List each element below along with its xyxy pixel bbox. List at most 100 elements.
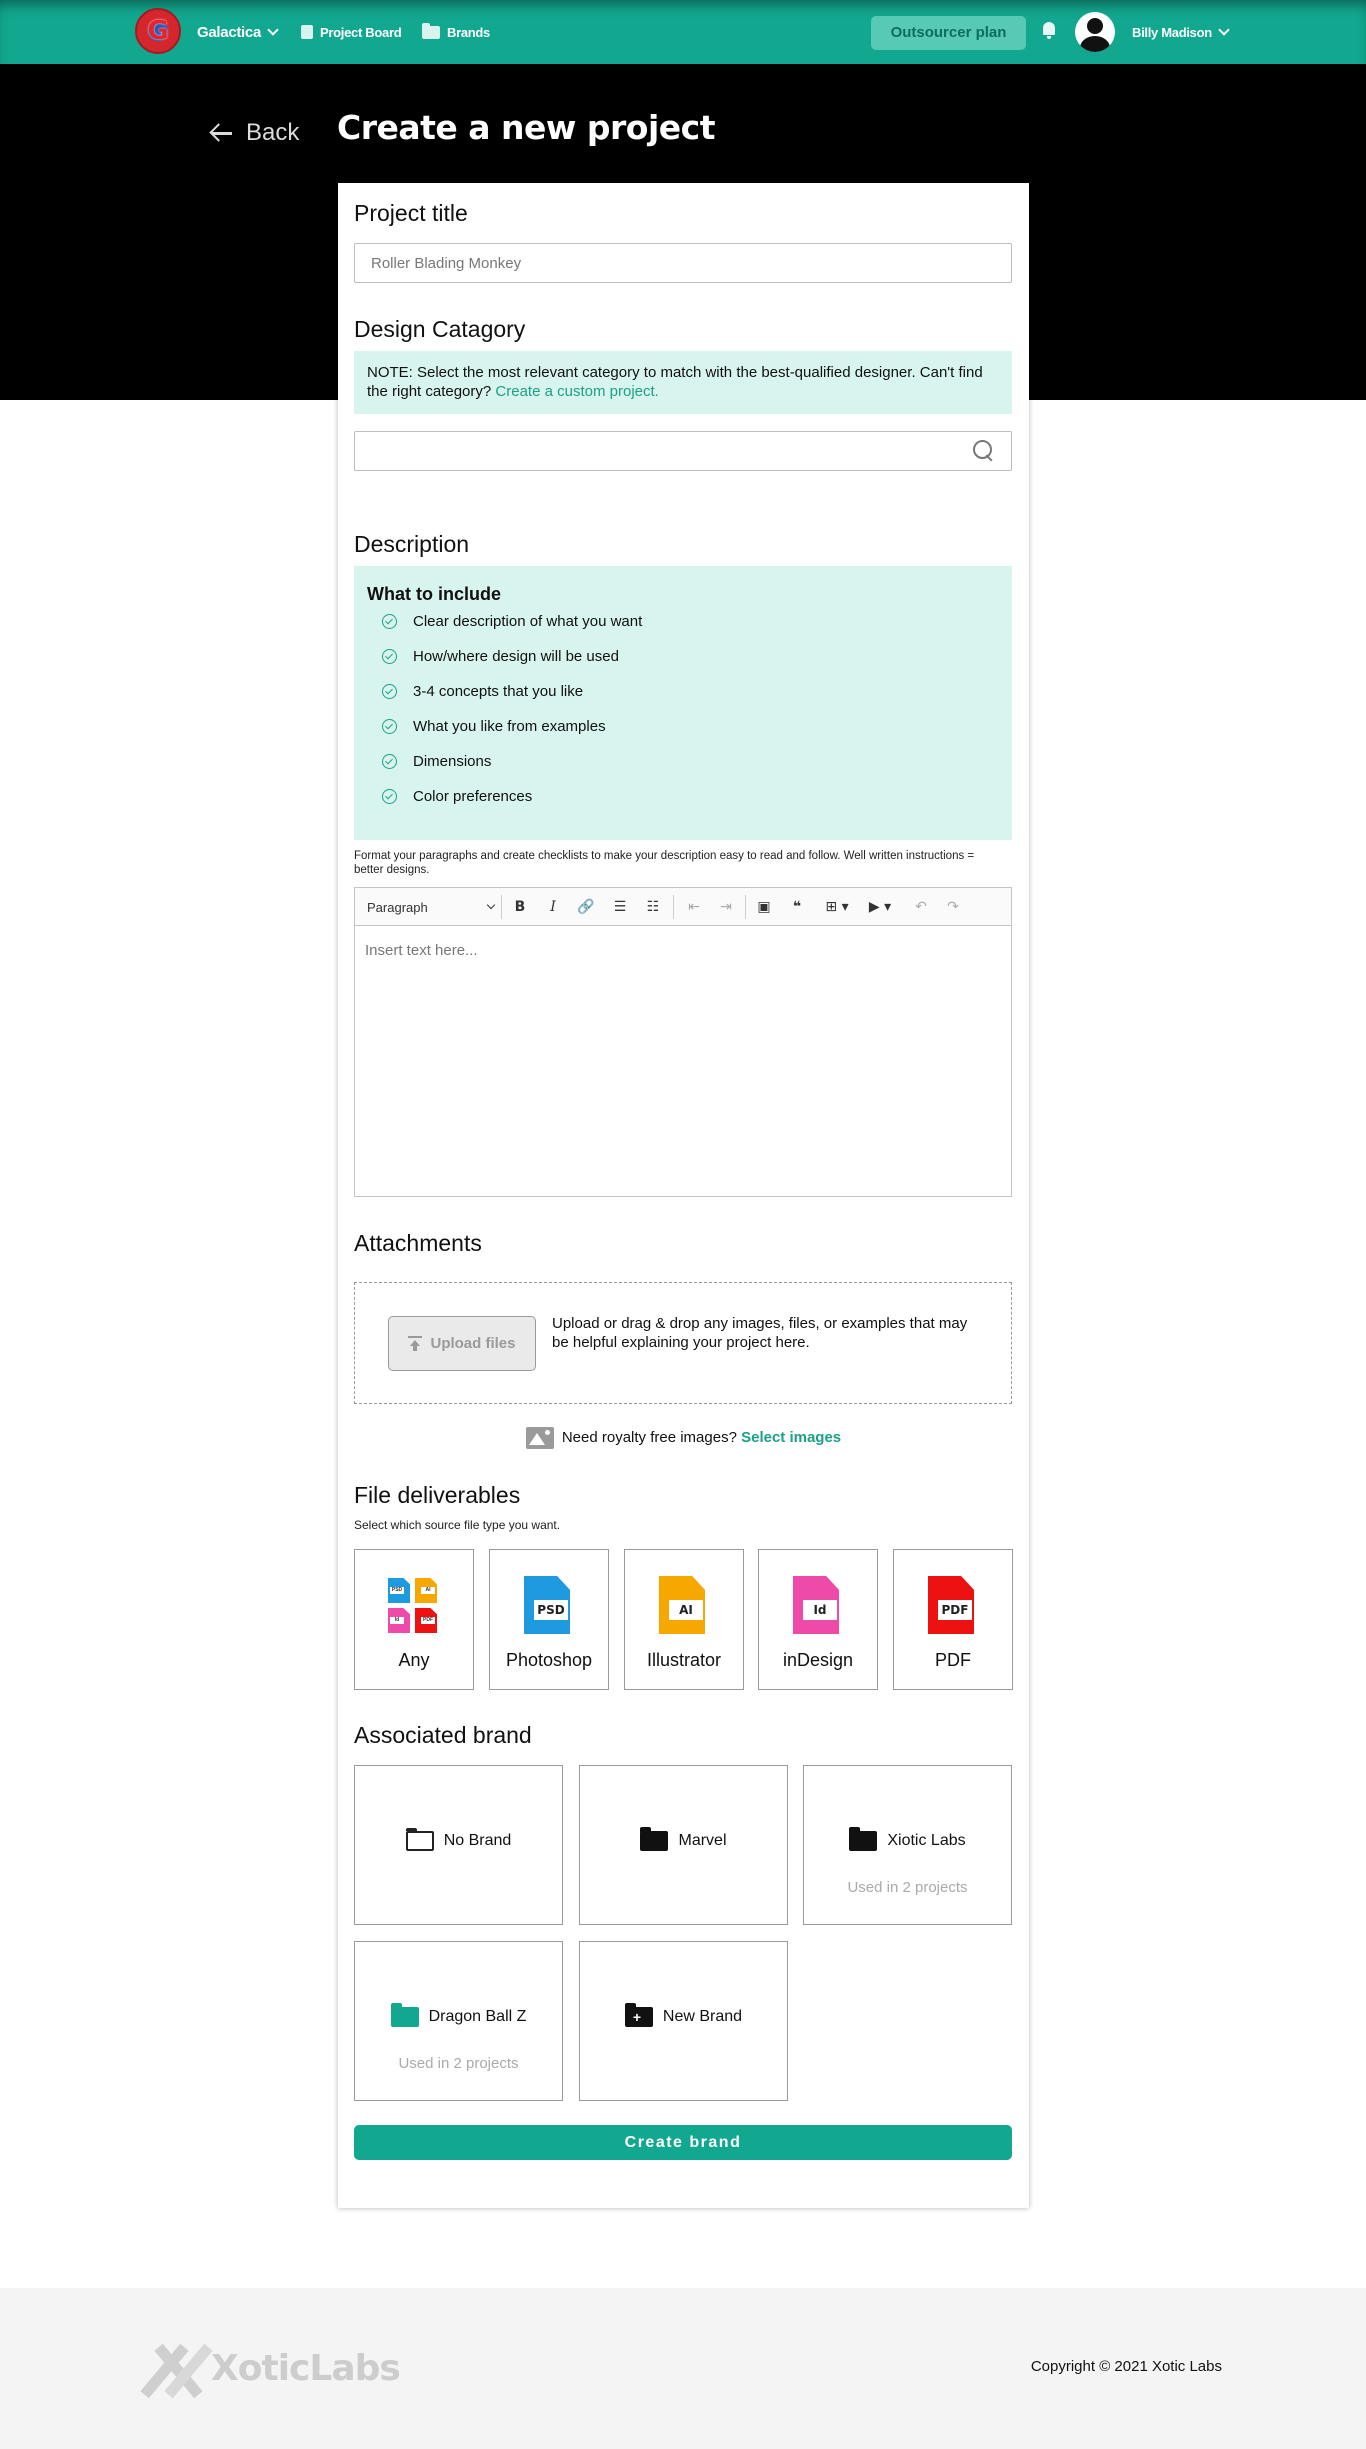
project-title-placeholder: Roller Blading Monkey	[371, 255, 522, 272]
paragraph-style-select[interactable]: Paragraph	[367, 898, 495, 916]
brand-name: No Brand	[443, 1832, 512, 1849]
file-deliverables-label: File deliverables	[354, 1482, 521, 1508]
check-circle-icon	[382, 613, 397, 629]
include-item-label: How/where design will be used	[413, 647, 619, 665]
brand-name: Xiotic Labs	[887, 1832, 966, 1849]
category-note: NOTE: Select the most relevant category …	[354, 351, 1012, 414]
royalty-free-images: Need royalty free images? Select images	[338, 1427, 1029, 1449]
brand-usage: Used in 2 projects	[847, 1879, 968, 1896]
create-brand-button[interactable]: Create brand	[354, 2125, 1012, 2160]
deliverable-any[interactable]: PSD AI Id PDF Any	[354, 1549, 474, 1690]
folder-icon	[849, 1827, 878, 1851]
back-label: Back	[246, 119, 300, 146]
deliverable-label: Photoshop	[505, 1650, 593, 1670]
project-title-input[interactable]: Roller Blading Monkey	[354, 243, 1012, 283]
folder-icon	[390, 2003, 419, 2027]
workspace-name: Galactica	[197, 23, 262, 41]
psd-file-icon: PSD	[522, 1576, 574, 1634]
link-icon[interactable]: 🔗	[577, 898, 595, 916]
upload-files-label: Upload files	[430, 1335, 516, 1352]
include-item: 3-4 concepts that you like	[382, 681, 583, 701]
toolbar-divider	[673, 895, 674, 919]
deliverable-label: Any	[398, 1650, 430, 1670]
bell-icon[interactable]	[1041, 22, 1057, 39]
clipboard-icon	[301, 25, 313, 39]
editor-toolbar: Paragraph B I 🔗 ☰ ☷ ⇤ ⇥ ▣ ❝ ⊞ ▾ ▶ ▾ ↶ ↷	[355, 888, 1011, 926]
check-circle-icon	[382, 648, 397, 664]
brand-option-marvel[interactable]: Marvel	[579, 1765, 788, 1925]
top-nav: G Galactica Project Board Brands Outsour…	[0, 0, 1366, 64]
toolbar-divider	[745, 895, 746, 919]
deliverable-indesign[interactable]: Id inDesign	[758, 1549, 878, 1690]
paragraph-style-value: Paragraph	[367, 899, 428, 915]
upload-files-button[interactable]: Upload files	[388, 1316, 536, 1371]
check-circle-icon	[382, 718, 397, 734]
numbered-list-icon[interactable]: ☷	[644, 898, 662, 916]
user-menu[interactable]: Billy Madison	[1132, 0, 1230, 64]
search-icon[interactable]	[973, 440, 995, 462]
indent-icon[interactable]: ⇥	[717, 898, 735, 916]
what-to-include-panel: What to include Clear description of wha…	[354, 566, 1012, 840]
bulleted-list-icon[interactable]: ☰	[611, 898, 629, 916]
logo-letter: G	[147, 16, 169, 46]
undo-icon[interactable]: ↶	[912, 898, 930, 916]
description-label: Description	[354, 531, 470, 557]
file-deliverables-subtitle: Select which source file type you want.	[354, 1518, 561, 1532]
chevron-down-icon	[1218, 23, 1230, 36]
editor-placeholder: Insert text here...	[365, 942, 478, 959]
include-item: Dimensions	[382, 751, 491, 771]
attachment-help-text: Upload or drag & drop any images, files,…	[552, 1315, 968, 1351]
category-search-input[interactable]	[354, 431, 1012, 471]
brand-option-dragon-ball-z[interactable]: Dragon Ball Z Used in 2 projects	[354, 1941, 563, 2101]
include-item-label: 3-4 concepts that you like	[413, 682, 584, 700]
file-tag: AI	[669, 1600, 703, 1620]
pdf-file-icon: PDF	[926, 1576, 978, 1634]
table-icon[interactable]: ⊞ ▾	[821, 898, 853, 916]
page-title: Create a new project	[337, 108, 716, 147]
include-item-label: Color preferences	[413, 787, 533, 805]
galactica-logo[interactable]: G	[135, 8, 181, 54]
nav-project-board[interactable]: Project Board	[301, 0, 402, 64]
toolbar-divider	[501, 895, 502, 919]
rich-text-editor[interactable]: Paragraph B I 🔗 ☰ ☷ ⇤ ⇥ ▣ ❝ ⊞ ▾ ▶ ▾ ↶ ↷ …	[354, 887, 1012, 1197]
create-custom-project-link[interactable]: Create a custom project.	[495, 383, 658, 400]
redo-icon[interactable]: ↷	[944, 898, 962, 916]
avatar[interactable]	[1075, 12, 1115, 52]
outdent-icon[interactable]: ⇤	[685, 898, 703, 916]
brand-option-no-brand[interactable]: No Brand	[354, 1765, 563, 1925]
quote-icon[interactable]: ❝	[788, 898, 806, 916]
deliverable-illustrator[interactable]: AI Illustrator	[624, 1549, 744, 1690]
attachment-dropzone[interactable]: Upload files Upload or drag & drop any i…	[354, 1282, 1012, 1404]
deliverable-label: PDF	[935, 1650, 971, 1670]
any-tag-pdf: PDF	[421, 1617, 435, 1624]
deliverable-photoshop[interactable]: PSD Photoshop	[489, 1549, 609, 1690]
include-item-label: What you like from examples	[413, 717, 606, 735]
file-tag: PSD	[534, 1600, 568, 1620]
workspace-switcher[interactable]: Galactica	[197, 0, 279, 64]
category-note-text: NOTE: Select the most relevant category …	[367, 364, 983, 400]
back-button[interactable]: Back	[210, 115, 299, 151]
ai-file-icon: AI	[657, 1576, 709, 1634]
brand-option-new-brand[interactable]: + New Brand	[579, 1941, 788, 2101]
xoticlabs-mark-icon	[140, 2340, 213, 2399]
image-icon	[525, 1427, 554, 1449]
deliverable-label: Illustrator	[646, 1650, 722, 1670]
bold-icon[interactable]: B	[511, 898, 529, 916]
nav-project-board-label: Project Board	[320, 24, 402, 40]
attachments-label: Attachments	[354, 1230, 482, 1256]
brand-name: Dragon Ball Z	[428, 2008, 527, 2025]
nav-brands-label: Brands	[447, 24, 490, 40]
media-icon[interactable]: ▶ ▾	[864, 898, 896, 916]
image-icon[interactable]: ▣	[755, 898, 773, 916]
italic-icon[interactable]: I	[544, 898, 562, 916]
folder-icon	[640, 1827, 669, 1851]
nav-brands[interactable]: Brands	[422, 0, 490, 64]
deliverable-pdf[interactable]: PDF PDF	[893, 1549, 1013, 1690]
outsourcer-plan-button[interactable]: Outsourcer plan	[871, 16, 1026, 50]
any-files-icon: PSD AI Id PDF	[388, 1578, 444, 1634]
select-images-link[interactable]: Select images	[741, 1429, 841, 1446]
user-name: Billy Madison	[1132, 24, 1212, 40]
check-circle-icon	[382, 683, 397, 699]
arrow-left-icon	[210, 123, 232, 143]
brand-option-xiotic-labs[interactable]: Xiotic Labs Used in 2 projects	[803, 1765, 1012, 1925]
